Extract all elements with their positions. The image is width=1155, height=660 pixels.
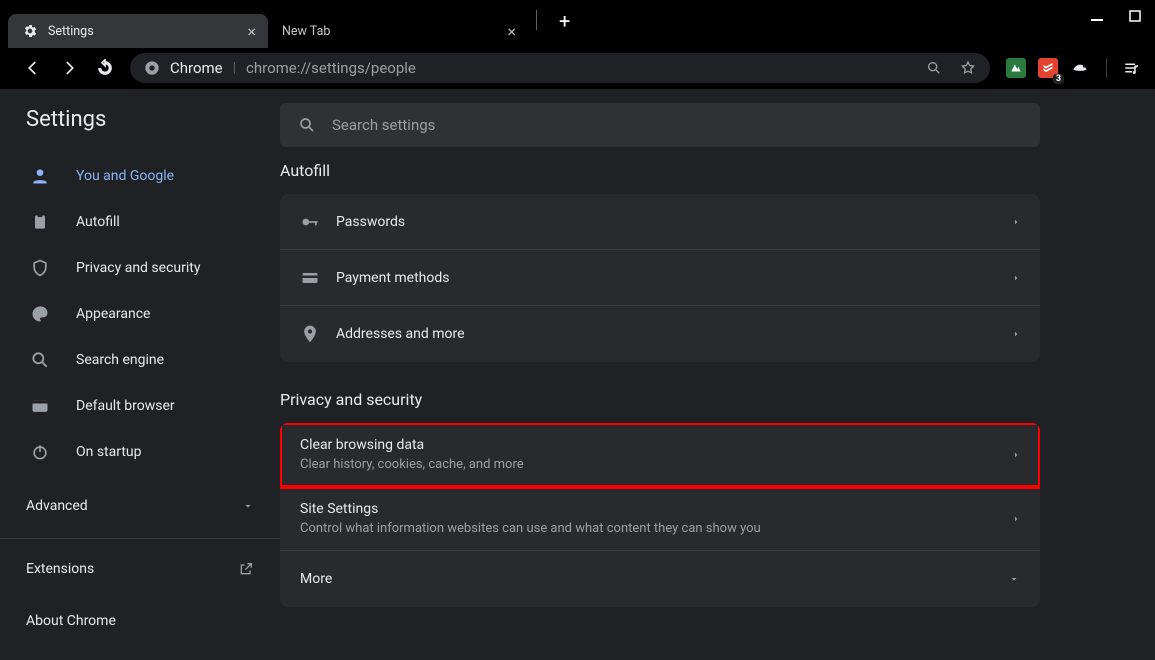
- omnibox-label: Chrome: [170, 59, 223, 77]
- sidebar-item-label: Privacy and security: [76, 260, 200, 276]
- omnibox-url: chrome://settings/people: [246, 59, 416, 77]
- chevron-right-icon: [1012, 216, 1020, 228]
- search-input[interactable]: [332, 116, 1022, 134]
- zoom-icon[interactable]: [926, 60, 942, 76]
- sidebar-item-label: Search engine: [76, 352, 164, 368]
- palette-icon: [30, 304, 50, 324]
- row-payment-methods[interactable]: Payment methods: [280, 250, 1040, 306]
- bookmark-star-icon[interactable]: [960, 60, 976, 76]
- extension-icon[interactable]: 3: [1038, 58, 1058, 78]
- row-label: Passwords: [336, 214, 1012, 230]
- power-icon: [30, 442, 50, 462]
- sidebar-item-you-and-google[interactable]: You and Google: [0, 156, 280, 196]
- music-queue-icon[interactable]: [1123, 59, 1141, 77]
- sidebar-item-search-engine[interactable]: Search engine: [0, 340, 280, 380]
- gear-icon: [22, 23, 38, 39]
- omnibox[interactable]: Chrome | chrome://settings/people: [130, 53, 990, 83]
- location-pin-icon: [300, 324, 336, 344]
- extension-icon[interactable]: [1006, 58, 1026, 78]
- shield-icon: [30, 258, 50, 278]
- chrome-logo-icon: [144, 60, 160, 76]
- page-title: Settings: [0, 107, 280, 156]
- chevron-right-icon: [1012, 513, 1020, 525]
- extension-badge: 3: [1053, 74, 1064, 84]
- sidebar-item-label: On startup: [76, 444, 142, 460]
- sidebar-item-label: Default browser: [76, 398, 175, 414]
- autofill-card: Passwords Payment methods Addresses and: [280, 194, 1040, 362]
- row-label: More: [300, 571, 1008, 587]
- new-tab-button[interactable]: +: [545, 9, 584, 33]
- forward-icon[interactable]: [60, 59, 78, 77]
- browser-icon: [30, 396, 50, 416]
- row-sublabel: Control what information websites can us…: [300, 521, 1012, 536]
- sidebar-item-appearance[interactable]: Appearance: [0, 294, 280, 334]
- tab-separator: [536, 10, 537, 30]
- person-icon: [30, 166, 50, 186]
- section-title-autofill: Autofill: [280, 161, 1127, 180]
- row-clear-browsing-data[interactable]: Clear browsing data Clear history, cooki…: [280, 423, 1040, 487]
- tab-title: New Tab: [282, 24, 330, 39]
- maximize-icon[interactable]: [1129, 10, 1141, 22]
- chevron-right-icon: [1012, 449, 1020, 461]
- reload-icon[interactable]: [96, 59, 114, 77]
- toolbar: Chrome | chrome://settings/people 3: [0, 48, 1155, 88]
- sidebar-item-privacy[interactable]: Privacy and security: [0, 248, 280, 288]
- sidebar-advanced[interactable]: Advanced: [0, 478, 280, 534]
- minimize-icon[interactable]: [1091, 10, 1103, 22]
- separator: [1106, 58, 1107, 78]
- sidebar-item-on-startup[interactable]: On startup: [0, 432, 280, 472]
- extensions-area: 3: [996, 58, 1145, 78]
- sidebar-about[interactable]: About Chrome: [0, 595, 280, 647]
- search-icon: [298, 116, 316, 134]
- titlebar: Settings × New Tab × +: [0, 0, 1155, 48]
- row-label: Clear browsing data: [300, 437, 1012, 453]
- tab-new[interactable]: New Tab ×: [268, 14, 528, 48]
- key-icon: [300, 212, 336, 232]
- section-title-privacy: Privacy and security: [280, 390, 1127, 409]
- extension-icon[interactable]: [1070, 58, 1090, 78]
- chevron-down-icon: [1008, 573, 1020, 585]
- external-link-icon: [238, 561, 254, 577]
- sidebar-extensions[interactable]: Extensions: [0, 543, 280, 595]
- tab-title: Settings: [48, 24, 94, 39]
- sidebar-item-default-browser[interactable]: Default browser: [0, 386, 280, 426]
- row-more[interactable]: More: [280, 551, 1040, 607]
- sidebar-item-label: Extensions: [26, 561, 94, 577]
- sidebar-item-label: You and Google: [76, 168, 174, 184]
- row-label: Addresses and more: [336, 326, 1012, 342]
- search-icon: [30, 350, 50, 370]
- chevron-right-icon: [1012, 272, 1020, 284]
- chevron-down-icon: [242, 500, 254, 512]
- row-label: Payment methods: [336, 270, 1012, 286]
- close-icon[interactable]: ×: [507, 22, 516, 41]
- sidebar-item-autofill[interactable]: Autofill: [0, 202, 280, 242]
- row-addresses[interactable]: Addresses and more: [280, 306, 1040, 362]
- sidebar-item-label: Appearance: [76, 306, 150, 322]
- sidebar-item-label: Advanced: [26, 498, 88, 514]
- row-site-settings[interactable]: Site Settings Control what information w…: [280, 487, 1040, 551]
- back-icon[interactable]: [24, 59, 42, 77]
- search-settings[interactable]: [280, 103, 1040, 147]
- sidebar-item-label: Autofill: [76, 214, 120, 230]
- main: Autofill Passwords Payment methods: [280, 89, 1155, 660]
- credit-card-icon: [300, 268, 336, 288]
- sidebar: Settings You and Google Autofill Privacy…: [0, 89, 280, 660]
- privacy-card: Clear browsing data Clear history, cooki…: [280, 423, 1040, 607]
- row-sublabel: Clear history, cookies, cache, and more: [300, 457, 1012, 472]
- sidebar-item-label: About Chrome: [26, 613, 116, 629]
- chevron-right-icon: [1012, 328, 1020, 340]
- close-icon[interactable]: ×: [247, 22, 256, 41]
- omnibox-separator: |: [233, 60, 236, 76]
- tab-settings[interactable]: Settings ×: [8, 14, 268, 48]
- row-label: Site Settings: [300, 501, 1012, 517]
- clipboard-icon: [30, 212, 50, 232]
- window-controls: [1091, 0, 1155, 22]
- row-passwords[interactable]: Passwords: [280, 194, 1040, 250]
